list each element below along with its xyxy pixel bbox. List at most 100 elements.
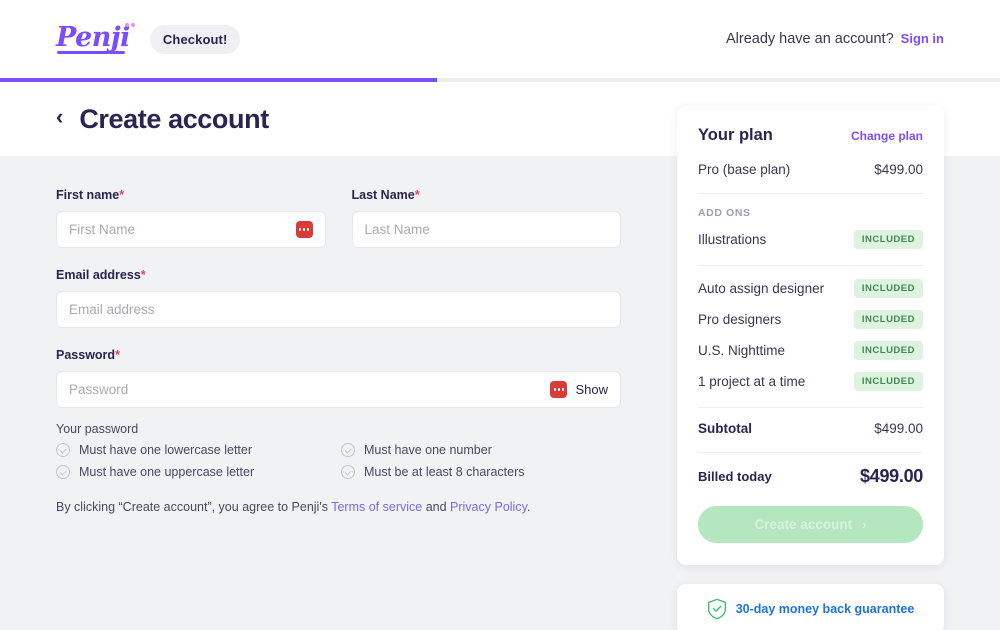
base-plan-row: Pro (base plan) $499.00 <box>698 162 923 177</box>
status-badge: INCLUDED <box>853 279 923 298</box>
checkout-progress-bar <box>0 78 1000 82</box>
addon-row: U.S. Nighttime INCLUDED <box>698 341 923 360</box>
page-title: Create account <box>79 103 269 134</box>
divider <box>698 265 923 266</box>
billed-today-value: $499.00 <box>860 466 923 486</box>
name-fields-row: First name* Last Name* <box>56 188 621 248</box>
terms-suffix: . <box>526 500 531 514</box>
chevron-right-icon: › <box>862 517 867 532</box>
password-label: Password* <box>56 348 120 362</box>
password-hint-label: Must have one number <box>364 443 492 457</box>
password-hint-item: Must be at least 8 characters <box>341 465 621 479</box>
password-hint-item: Must have one lowercase letter <box>56 443 341 457</box>
first-name-input-wrap[interactable] <box>56 211 326 248</box>
penji-logo[interactable]: Penji <box>56 21 135 55</box>
addon-name: Pro designers <box>698 312 782 327</box>
billed-today-row: Billed today $499.00 <box>698 466 923 487</box>
money-back-guarantee-card: 30-day money back guarantee <box>677 584 944 630</box>
penji-logo-text: Penji <box>56 21 130 53</box>
required-asterisk: * <box>414 188 420 202</box>
check-circle-icon <box>341 443 355 457</box>
addon-name: Auto assign designer <box>698 281 825 296</box>
addon-name: Illustrations <box>698 232 767 247</box>
lastpass-icon[interactable] <box>295 221 313 238</box>
password-hint-item: Must have one number <box>341 443 621 457</box>
last-name-input[interactable] <box>364 212 608 247</box>
penji-logo-underline-icon <box>57 50 125 54</box>
check-circle-icon <box>341 465 355 479</box>
status-badge: INCLUDED <box>853 341 923 360</box>
password-hint-item: Must have one uppercase letter <box>56 465 341 479</box>
required-asterisk: * <box>115 348 120 362</box>
addon-name: U.S. Nighttime <box>698 343 786 358</box>
first-name-label: First name* <box>56 188 125 202</box>
subtotal-label: Subtotal <box>698 421 752 436</box>
divider <box>698 193 923 194</box>
password-hint-label: Must be at least 8 characters <box>364 465 525 479</box>
signup-form: First name* Last Name* Email address* Pa… <box>56 156 621 514</box>
base-plan-name: Pro (base plan) <box>698 162 791 177</box>
email-label: Email address* <box>56 268 146 282</box>
first-name-input[interactable] <box>69 212 296 247</box>
addon-row: Illustrations INCLUDED <box>698 230 923 249</box>
privacy-policy-link[interactable]: Privacy Policy <box>450 500 527 514</box>
addon-row: Auto assign designer INCLUDED <box>698 279 923 298</box>
status-badge: INCLUDED <box>853 230 923 249</box>
addons-section-label: ADD ONS <box>698 207 751 219</box>
check-circle-icon <box>56 465 70 479</box>
email-input[interactable] <box>69 292 608 327</box>
status-badge: INCLUDED <box>853 372 923 391</box>
change-plan-link[interactable]: Change plan <box>851 129 923 143</box>
checkout-progress-fill <box>0 78 437 82</box>
checkout-badge: Checkout! <box>149 24 241 54</box>
last-name-label: Last Name* <box>351 188 420 202</box>
first-name-field-group: First name* <box>56 188 326 248</box>
status-badge: INCLUDED <box>853 310 923 329</box>
password-field-group: Password* Show <box>56 348 621 408</box>
create-account-button-label: Create account <box>754 517 853 532</box>
terms-middle: and <box>422 500 451 514</box>
terms-of-service-link[interactable]: Terms of service <box>331 500 422 514</box>
last-name-field-group: Last Name* <box>351 188 621 248</box>
show-password-button[interactable]: Show <box>575 382 608 397</box>
terms-notice: By clicking “Create account”, you agree … <box>56 500 621 514</box>
divider <box>698 452 923 453</box>
penji-logo-dots-icon <box>124 22 135 27</box>
email-input-wrap[interactable] <box>56 291 621 328</box>
money-back-guarantee-text: 30-day money back guarantee <box>735 602 915 616</box>
password-input-wrap[interactable]: Show <box>56 371 621 408</box>
subtotal-value: $499.00 <box>874 421 923 436</box>
password-hint-label: Must have one uppercase letter <box>79 465 255 479</box>
account-prompt-text: Already have an account? <box>725 31 894 47</box>
create-account-button[interactable]: Create account › <box>698 506 923 543</box>
addon-row: Pro designers INCLUDED <box>698 310 923 329</box>
check-circle-icon <box>56 443 70 457</box>
subtotal-row: Subtotal $499.00 <box>698 421 923 436</box>
password-hints-title: Your password <box>56 422 139 436</box>
lastpass-icon[interactable] <box>550 381 568 398</box>
plan-heading: Your plan <box>698 126 773 144</box>
plan-card-header: Your plan Change plan <box>698 126 923 145</box>
password-input[interactable] <box>69 372 551 407</box>
app-header: Penji Checkout! Already have an account?… <box>0 0 1000 78</box>
password-hint-label: Must have one lowercase letter <box>79 443 253 457</box>
shield-check-icon <box>707 598 726 620</box>
last-name-input-wrap[interactable] <box>351 211 621 248</box>
divider <box>698 407 923 408</box>
terms-prefix: By clicking “Create account”, you agree … <box>56 500 332 514</box>
addon-row: 1 project at a time INCLUDED <box>698 372 923 391</box>
header-account-group: Already have an account? Sign in <box>726 31 944 47</box>
email-field-group: Email address* <box>56 268 621 328</box>
order-summary-column: Your plan Change plan Pro (base plan) $4… <box>677 106 944 630</box>
billed-today-label: Billed today <box>698 469 772 484</box>
sign-in-link[interactable]: Sign in <box>901 31 944 46</box>
base-plan-price: $499.00 <box>874 162 923 177</box>
required-asterisk: * <box>140 268 146 282</box>
password-hints-list: Must have one lowercase letter Must have… <box>56 443 621 479</box>
addon-name: 1 project at a time <box>698 374 806 389</box>
header-left-group: Penji Checkout! <box>56 21 241 55</box>
plan-summary-card: Your plan Change plan Pro (base plan) $4… <box>677 106 944 565</box>
chevron-left-icon[interactable]: ‹ <box>56 106 63 128</box>
required-asterisk: * <box>119 188 125 202</box>
main-content: First name* Last Name* Email address* Pa… <box>0 106 1000 630</box>
